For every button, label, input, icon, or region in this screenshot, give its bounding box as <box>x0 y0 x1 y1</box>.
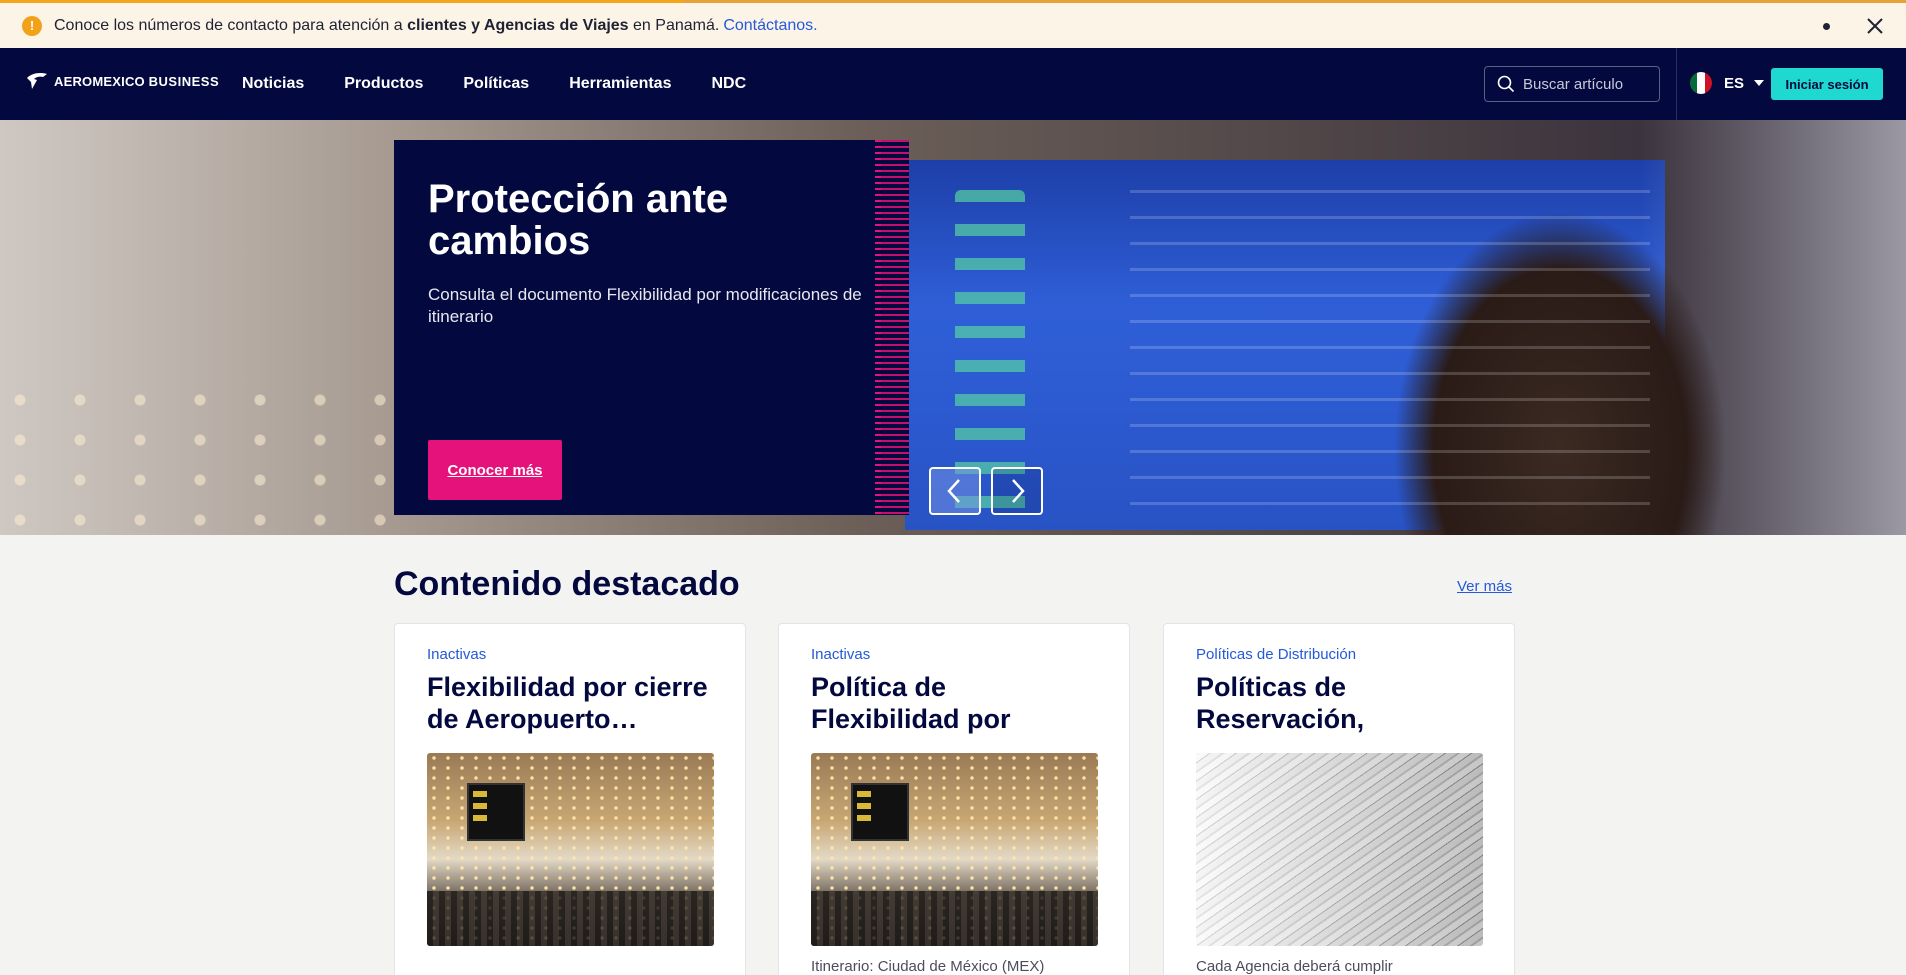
see-more-link[interactable]: Ver más <box>1457 578 1512 595</box>
card-title[interactable]: Política de Flexibilidad por Bloqueos Vi… <box>811 671 1097 735</box>
announcement-text: Conoce los números de contacto para aten… <box>54 17 719 35</box>
card-title[interactable]: Flexibilidad por cierre de Aeropuerto… <box>427 671 713 735</box>
announcement-text-end: en Panamá. <box>633 16 720 34</box>
chevron-left-icon <box>947 479 960 503</box>
card-excerpt: Itinerario: Ciudad de México (MEX) <box>811 958 1045 975</box>
hero-background-departure-board <box>1130 190 1650 520</box>
hero-subtitle: Consulta el documento Flexibilidad por m… <box>428 285 862 326</box>
card-category[interactable]: Inactivas <box>427 646 713 663</box>
language-selector[interactable]: ES <box>1690 72 1765 94</box>
announcement-bar: ! Conoce los números de contacto para at… <box>0 0 1906 48</box>
announcement-text-bold: clientes y Agencias de Viajes <box>407 16 629 34</box>
warning-icon: ! <box>22 15 42 36</box>
featured-card[interactable]: Inactivas Flexibilidad por cierre de Aer… <box>394 623 746 975</box>
caret-down-icon <box>1754 80 1765 86</box>
close-icon[interactable] <box>1864 15 1886 37</box>
card-title[interactable]: Políticas de Reservación, Emisión… <box>1196 671 1482 735</box>
hero-background-lights <box>0 380 400 535</box>
contact-link[interactable]: Contáctanos. <box>723 17 817 35</box>
aeromexico-eagle-icon <box>27 73 47 89</box>
terminal-seats-graphic <box>811 891 1098 946</box>
announcement-progress <box>0 0 683 3</box>
aeromexico-logo[interactable]: AEROMEXICO BUSINESS <box>26 72 219 90</box>
search-icon <box>1497 75 1515 93</box>
nav-item-herramientas[interactable]: Herramientas <box>569 75 671 93</box>
airport-terminal-image[interactable] <box>811 753 1098 946</box>
learn-more-button[interactable]: Conocer más <box>428 440 562 500</box>
nav-item-productos[interactable]: Productos <box>344 75 423 93</box>
nav-menu: Noticias Productos Políticas Herramienta… <box>242 48 786 120</box>
logo-business: BUSINESS <box>148 73 220 89</box>
card-excerpt: Cada Agencia deberá cumplir <box>1196 958 1393 975</box>
featured-card[interactable]: Inactivas Política de Flexibilidad por B… <box>778 623 1130 975</box>
card-category[interactable]: Políticas de Distribución <box>1196 646 1482 663</box>
pause-dot-icon[interactable] <box>1823 23 1830 30</box>
main-navbar: AEROMEXICO BUSINESS Noticias Productos P… <box>0 48 1906 120</box>
hero-title: Protección ante cambios <box>428 177 729 263</box>
carousel-next-button[interactable] <box>991 467 1043 515</box>
airport-terminal-image[interactable] <box>427 753 714 946</box>
flight-board-graphic <box>467 783 525 841</box>
carousel-prev-button[interactable] <box>929 467 981 515</box>
login-button[interactable]: Iniciar sesión <box>1771 68 1883 100</box>
featured-section-title: Contenido destacado <box>394 565 740 603</box>
search-input[interactable] <box>1523 75 1653 93</box>
terminal-seats-graphic <box>427 891 714 946</box>
nav-item-ndc[interactable]: NDC <box>711 75 746 93</box>
featured-card[interactable]: Políticas de Distribución Políticas de R… <box>1163 623 1515 975</box>
nav-divider <box>1676 48 1677 120</box>
hero-card: Protección ante cambios Consulta el docu… <box>394 140 909 515</box>
hero-card-stripes-inner <box>881 140 909 515</box>
announcement-text-start: Conoce los números de contacto para aten… <box>54 16 403 34</box>
nav-item-noticias[interactable]: Noticias <box>242 75 304 93</box>
logo-wordmark: AEROMEXICO <box>54 73 145 89</box>
flight-board-graphic <box>851 783 909 841</box>
paper-stack-image[interactable] <box>1196 753 1483 946</box>
search-box[interactable] <box>1484 66 1660 102</box>
language-code: ES <box>1724 74 1745 92</box>
chevron-right-icon <box>1012 479 1025 503</box>
nav-item-politicas[interactable]: Políticas <box>463 75 529 93</box>
card-category[interactable]: Inactivas <box>811 646 1097 663</box>
mexico-flag-icon <box>1690 72 1712 94</box>
